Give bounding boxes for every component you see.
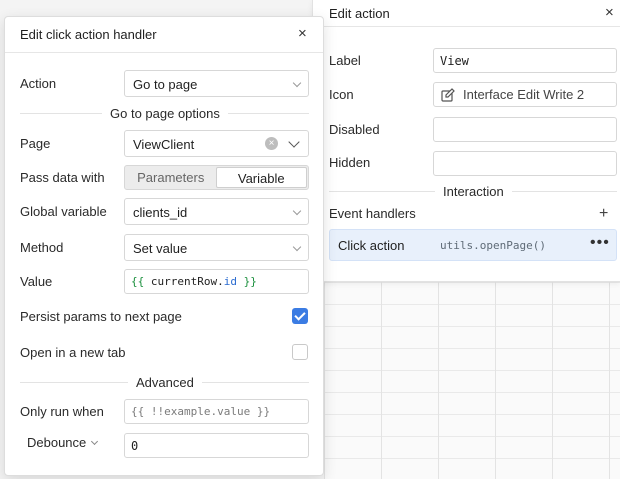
debounce-label: Debounce [27,435,87,450]
pass-data-label: Pass data with [20,170,105,185]
event-handlers-label: Event handlers [329,206,416,221]
chevron-down-icon [292,78,302,88]
pass-data-parameters-option[interactable]: Parameters [126,167,216,188]
disabled-input[interactable] [433,117,617,142]
method-label: Method [20,240,64,255]
more-options-icon[interactable]: ••• [590,234,610,252]
method-select-value: Set value [133,241,188,256]
action-label: Action [20,76,57,91]
debounce-dropdown[interactable]: Debounce [27,435,99,450]
edit-action-panel: Edit action × Label View Icon Interface … [312,0,620,282]
page-label: Page [20,136,51,151]
interaction-section-title: Interaction [435,184,512,199]
event-handler-name: Click action [338,238,405,253]
action-select-value: Go to page [133,77,198,92]
global-variable-select[interactable]: clients_id [124,198,309,225]
value-code-input[interactable]: {{ currentRow.id }} [124,269,309,294]
pencil-icon [441,87,455,102]
hidden-field-label: Hidden [329,155,371,170]
event-handler-row[interactable]: Click action utils.openPage() ••• [329,229,617,261]
click-handler-title: Edit click action handler [20,27,157,42]
table-grid-background [324,282,620,479]
value-label: Value [20,274,53,289]
icon-selector-value: Interface Edit Write 2 [463,87,585,102]
only-run-when-input[interactable]: {{ !!example.value }} [124,399,309,424]
close-icon[interactable]: × [605,4,614,21]
options-section-title: Go to page options [102,106,228,121]
debounce-input[interactable]: 0 [124,433,309,458]
label-input[interactable]: View [433,48,617,73]
page-select[interactable]: ViewClient × [124,130,309,157]
value-close-braces: }} [243,275,257,288]
pass-data-toggle: Parameters Variable [124,165,309,190]
icon-field-label: Icon [329,87,354,102]
method-select[interactable]: Set value [124,234,309,261]
pass-data-variable-option[interactable]: Variable [215,167,307,188]
value-expression-dot: . [217,275,224,288]
value-expression-property: id [223,275,237,288]
open-new-tab-checkbox[interactable] [292,344,308,360]
chevron-down-icon [288,136,300,148]
chevron-down-icon [292,242,302,252]
page-select-value: ViewClient [133,137,195,152]
chevron-down-icon [292,206,302,216]
action-select[interactable]: Go to page [124,70,309,97]
edit-action-header: Edit action × [313,0,620,27]
close-icon[interactable]: × [298,25,307,42]
global-variable-value: clients_id [133,205,188,220]
persist-params-checkbox[interactable] [292,308,308,324]
value-expression-object: currentRow [150,275,218,288]
event-handler-code: utils.openPage() [440,239,546,252]
add-handler-icon[interactable]: + [599,205,608,223]
advanced-section-title: Advanced [128,375,202,390]
value-open-braces: {{ [131,275,145,288]
chevron-down-icon [91,437,99,445]
only-run-when-label: Only run when [20,404,104,419]
clear-icon[interactable]: × [265,137,278,150]
persist-params-label: Persist params to next page [20,309,182,324]
edit-action-title: Edit action [329,6,390,21]
disabled-field-label: Disabled [329,122,380,137]
open-new-tab-label: Open in a new tab [20,345,126,360]
icon-selector[interactable]: Interface Edit Write 2 [433,82,617,107]
hidden-input[interactable] [433,151,617,176]
only-run-when-placeholder: {{ !!example.value }} [131,405,271,418]
click-handler-header: Edit click action handler × [5,17,323,53]
global-variable-label: Global variable [20,204,107,219]
edit-click-handler-modal: Edit click action handler × Action Go to… [4,16,324,476]
label-field-label: Label [329,53,361,68]
